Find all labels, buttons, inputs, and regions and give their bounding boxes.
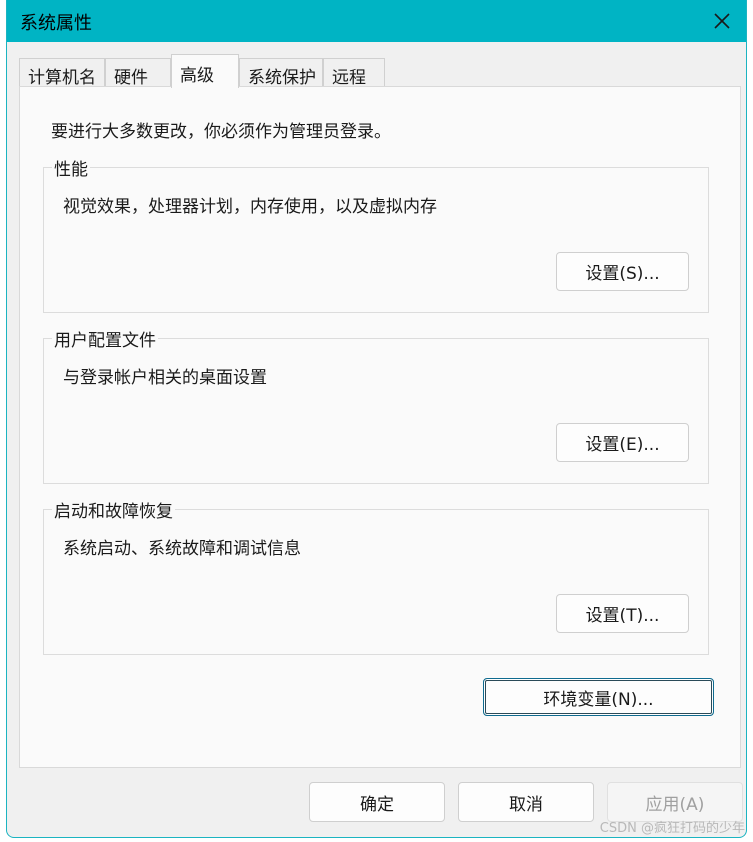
tab-computer-name[interactable]: 计算机名 — [19, 58, 105, 88]
startup-recovery-settings-button[interactable]: 设置(T)... — [556, 594, 689, 633]
startup-recovery-group-label: 启动和故障恢复 — [52, 497, 175, 522]
apply-button[interactable]: 应用(A) — [607, 782, 743, 822]
user-profiles-group: 用户配置文件 与登录帐户相关的桌面设置 设置(E)... — [43, 326, 709, 484]
system-properties-dialog: 系统属性 计算机名 硬件 高级 系统保护 远程 要进行大多数更改，你必须作为管理… — [6, 0, 747, 838]
tab-remote[interactable]: 远程 — [323, 58, 385, 88]
startup-recovery-group: 启动和故障恢复 系统启动、系统故障和调试信息 设置(T)... — [43, 497, 709, 655]
tab-hardware[interactable]: 硬件 — [105, 58, 171, 88]
performance-group-label: 性能 — [52, 155, 90, 180]
watermark: CSDN @疯狂打码的少年 — [599, 821, 745, 836]
tab-advanced[interactable]: 高级 — [171, 54, 239, 88]
startup-recovery-description: 系统启动、系统故障和调试信息 — [63, 539, 301, 559]
performance-description: 视觉效果，处理器计划，内存使用，以及虚拟内存 — [63, 197, 437, 217]
user-profiles-group-label: 用户配置文件 — [52, 326, 158, 351]
performance-settings-button[interactable]: 设置(S)... — [556, 252, 689, 291]
advanced-tab-panel: 要进行大多数更改，你必须作为管理员登录。 性能 视觉效果，处理器计划，内存使用，… — [19, 86, 741, 768]
window-title: 系统属性 — [20, 13, 92, 34]
title-bar[interactable]: 系统属性 — [7, 0, 746, 42]
ok-button[interactable]: 确定 — [309, 782, 445, 822]
user-profiles-description: 与登录帐户相关的桌面设置 — [63, 368, 267, 388]
environment-variables-button[interactable]: 环境变量(N)... — [483, 678, 714, 716]
cancel-button[interactable]: 取消 — [458, 782, 594, 822]
close-icon — [714, 13, 730, 29]
performance-group: 性能 视觉效果，处理器计划，内存使用，以及虚拟内存 设置(S)... — [43, 155, 709, 313]
user-profiles-settings-button[interactable]: 设置(E)... — [556, 423, 689, 462]
close-button[interactable] — [698, 0, 746, 42]
tab-system-protection[interactable]: 系统保护 — [239, 58, 323, 88]
admin-note: 要进行大多数更改，你必须作为管理员登录。 — [51, 122, 391, 142]
